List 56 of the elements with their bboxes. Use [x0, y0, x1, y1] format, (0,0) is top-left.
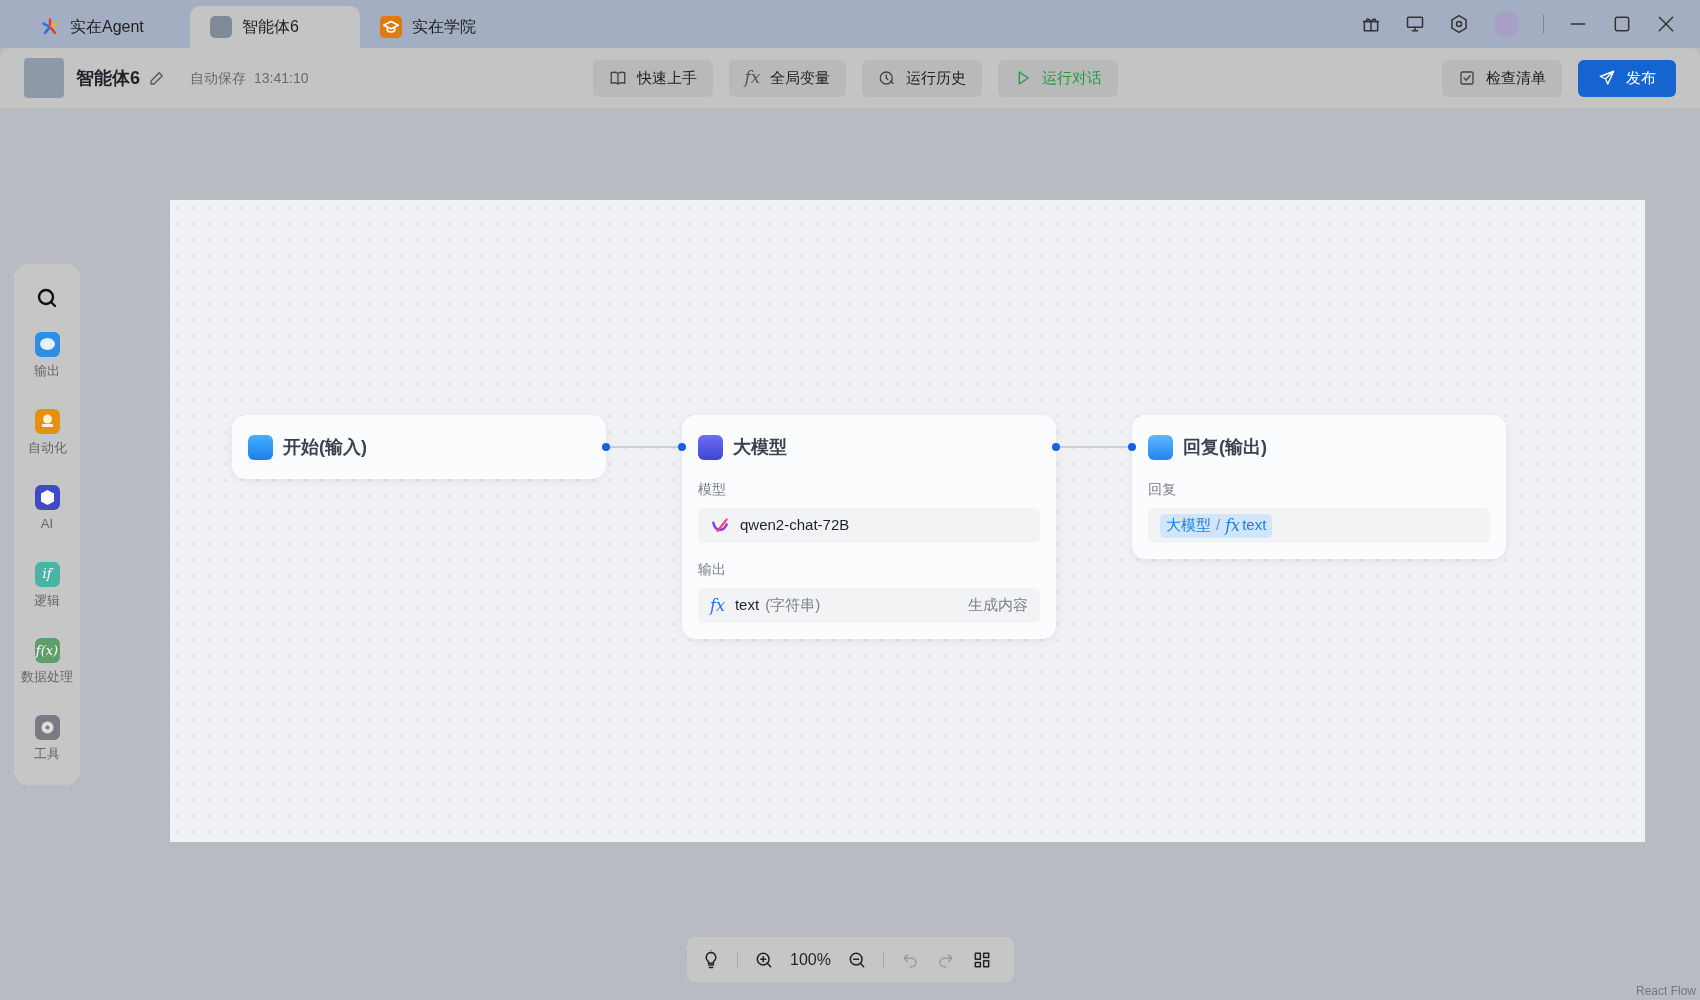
autosave-label: 自动保存 [190, 68, 246, 88]
app-tab[interactable]: 智能体6 [190, 6, 360, 48]
function-icon: f(x) [34, 638, 60, 663]
palette-item[interactable]: 输出 [14, 332, 80, 381]
robot-icon [34, 408, 60, 434]
agent-title: 智能体6 [76, 66, 140, 90]
settings-icon[interactable] [1449, 14, 1469, 34]
connector-line [610, 446, 680, 448]
autosave-time: 13:41:10 [254, 68, 309, 88]
search-icon[interactable] [35, 286, 59, 310]
field-label: 回复 [1148, 480, 1177, 499]
cube-icon [34, 485, 60, 510]
handle-dot[interactable] [1128, 443, 1136, 451]
palette-item[interactable]: f(x) 数据处理 [14, 638, 80, 687]
palette-item[interactable]: if 逻辑 [14, 561, 80, 610]
toolbar-button[interactable]: 快速上手 [592, 59, 713, 97]
start-node[interactable]: 开始(输入) [232, 415, 606, 479]
maximize-icon[interactable] [1612, 14, 1632, 34]
clock-history-icon [878, 69, 897, 87]
node-title: 回复(输出) [1183, 435, 1267, 459]
field-label: 模型 [698, 480, 727, 499]
app-tab[interactable]: 实在Agent [20, 6, 190, 48]
node-icon [698, 434, 723, 460]
send-icon [1598, 69, 1616, 87]
node-icon [1148, 434, 1173, 460]
toolbar-button[interactable]: fx 全局变量 [728, 59, 847, 97]
publish-button[interactable]: 发布 [1578, 59, 1676, 97]
connector-line [1060, 446, 1130, 448]
gear-icon [34, 714, 60, 740]
node-title: 开始(输入) [283, 435, 367, 459]
palette-item[interactable]: AI [14, 485, 80, 534]
palette-item[interactable]: 自动化 [14, 408, 80, 457]
monitor-icon[interactable] [1405, 14, 1425, 34]
app-tab[interactable]: 实在学院 [360, 6, 530, 48]
reply-node[interactable]: 回复(输出) 回复 大模型 / fxtext [1132, 415, 1506, 559]
node-title: 大模型 [733, 435, 787, 459]
asterisk-logo-icon [40, 17, 60, 37]
handle-dot[interactable] [1052, 443, 1060, 451]
zoom-level: 100% [790, 949, 831, 970]
toolbar-button[interactable]: 检查清单 [1442, 59, 1562, 97]
checkbox-icon [1458, 69, 1476, 87]
field-label: 输出 [698, 560, 727, 579]
palette-item[interactable]: 工具 [14, 714, 80, 763]
handle-dot[interactable] [602, 443, 610, 451]
field-value-box[interactable]: fx text (字符串) 生成内容 [698, 588, 1040, 623]
edit-pencil-icon[interactable] [148, 69, 166, 87]
chat-bubble-icon [34, 332, 60, 357]
graduation-cap-icon [380, 16, 402, 38]
field-value-box[interactable]: qwen2-chat-72B [698, 508, 1040, 543]
handle-dot[interactable] [678, 443, 686, 451]
toolbar-button[interactable]: 运行历史 [862, 59, 983, 97]
close-icon[interactable] [1656, 14, 1676, 34]
book-icon [608, 69, 627, 87]
logic-icon: if [34, 561, 60, 587]
node-icon [248, 434, 273, 460]
llm-node[interactable]: 大模型 模型 qwen2-chat-72B 输出 fx text (字符串) 生成内容 [682, 415, 1056, 639]
